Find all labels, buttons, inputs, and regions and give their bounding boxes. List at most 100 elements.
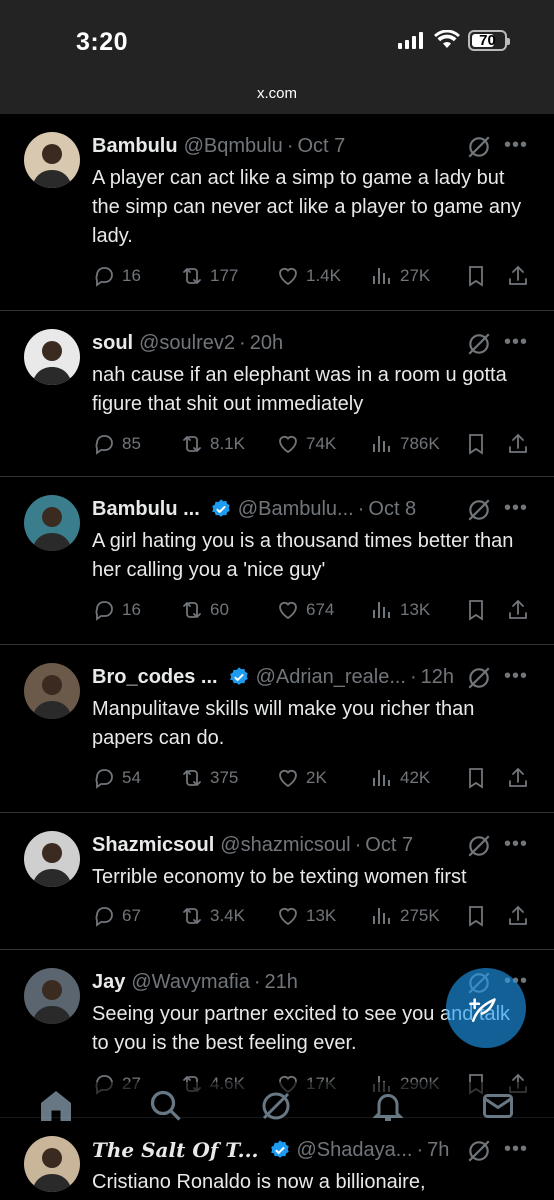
tweet-actions: 16 177 1.4K 27K (92, 264, 532, 294)
views-icon (370, 432, 394, 456)
bookmark-icon (464, 432, 488, 456)
notifications-icon[interactable] (370, 1088, 406, 1124)
bookmark-button[interactable] (464, 264, 488, 288)
separator-dot: · (354, 834, 362, 856)
author-handle[interactable]: @shazmicsoul (220, 833, 350, 857)
repost-button[interactable]: 375 (180, 766, 238, 790)
reply-button[interactable]: 54 (92, 766, 141, 790)
status-bar: 3:20 70 x.com (0, 0, 554, 114)
like-button[interactable]: 1.4K (276, 264, 341, 288)
author-name[interactable]: The Salt Of T... (92, 1138, 259, 1162)
reply-icon (92, 766, 116, 790)
like-button[interactable]: 13K (276, 904, 336, 928)
grok-icon[interactable] (466, 665, 492, 691)
tweet-timestamp[interactable]: 7h (427, 1138, 449, 1162)
reply-button[interactable]: 16 (92, 264, 141, 288)
avatar[interactable] (24, 329, 80, 385)
views-button[interactable]: 42K (370, 766, 430, 790)
more-icon[interactable]: ••• (504, 1139, 528, 1159)
author-handle[interactable]: @Bambulu... (238, 497, 354, 521)
author-handle[interactable]: @Bqmbulu (184, 134, 283, 158)
views-button[interactable]: 786K (370, 432, 440, 456)
tweet[interactable]: The Salt Of T... @Shadaya... · 7h ••• Cristia… (0, 1118, 554, 1200)
more-icon[interactable]: ••• (504, 834, 528, 854)
author-name[interactable]: Bro_codes ... (92, 665, 218, 689)
like-button[interactable]: 674 (276, 598, 334, 622)
more-icon[interactable]: ••• (504, 498, 528, 518)
share-button[interactable] (506, 598, 530, 622)
author-handle[interactable]: @Wavymafia (131, 970, 249, 994)
separator-dot: · (357, 498, 365, 520)
views-button[interactable]: 27K (370, 264, 430, 288)
search-icon[interactable] (148, 1088, 184, 1124)
reply-icon (92, 904, 116, 928)
author-name[interactable]: Shazmicsoul (92, 833, 214, 857)
avatar[interactable] (24, 831, 80, 887)
tweet-timestamp[interactable]: Oct 7 (297, 134, 345, 158)
repost-button[interactable]: 3.4K (180, 904, 245, 928)
share-button[interactable] (506, 432, 530, 456)
home-icon[interactable] (38, 1088, 74, 1124)
reply-button[interactable]: 85 (92, 432, 141, 456)
compose-button[interactable] (446, 968, 526, 1048)
avatar[interactable] (24, 968, 80, 1024)
bookmark-button[interactable] (464, 904, 488, 928)
verified-icon (269, 1139, 291, 1161)
repost-icon (180, 766, 204, 790)
author-name[interactable]: Bambulu (92, 134, 178, 158)
avatar[interactable] (24, 663, 80, 719)
grok-icon[interactable] (466, 331, 492, 357)
tweet[interactable]: Bambulu @Bqmbulu · Oct 7 ••• A player can act… (0, 114, 554, 311)
views-button[interactable]: 13K (370, 598, 430, 622)
author-handle[interactable]: @Adrian_reale... (256, 665, 406, 689)
like-button[interactable]: 74K (276, 432, 336, 456)
tweet[interactable]: Shazmicsoul @shazmicsoul · Oct 7 ••• Terrible… (0, 813, 554, 950)
grok-icon[interactable] (466, 134, 492, 160)
share-button[interactable] (506, 766, 530, 790)
grok-icon[interactable] (258, 1088, 294, 1124)
repost-button[interactable]: 8.1K (180, 432, 245, 456)
share-icon (506, 264, 530, 288)
tweet-timestamp[interactable]: 20h (250, 331, 283, 355)
grok-icon[interactable] (466, 1138, 492, 1164)
tweet-text: A girl hating you is a thousand times be… (92, 530, 514, 581)
more-icon[interactable]: ••• (504, 332, 528, 352)
bookmark-button[interactable] (464, 432, 488, 456)
avatar[interactable] (24, 495, 80, 551)
author-handle[interactable]: @soulrev2 (139, 331, 235, 355)
author-handle[interactable]: @Shadaya... (297, 1138, 413, 1162)
reply-button[interactable]: 16 (92, 598, 141, 622)
grok-icon[interactable] (466, 497, 492, 523)
reply-button[interactable]: 67 (92, 904, 141, 928)
bookmark-button[interactable] (464, 766, 488, 790)
address-bar-url[interactable]: x.com (0, 85, 554, 102)
share-button[interactable] (506, 264, 530, 288)
share-button[interactable] (506, 904, 530, 928)
author-name[interactable]: Jay (92, 970, 125, 994)
views-button[interactable]: 275K (370, 904, 440, 928)
tweet[interactable]: Bambulu ... @Bambulu... · Oct 8 ••• A girl ha… (0, 477, 554, 645)
tweet-text: Cristiano Ronaldo is now a billionaire, (92, 1171, 426, 1193)
more-icon[interactable]: ••• (504, 135, 528, 155)
tweet[interactable]: soul @soulrev2 · 20h ••• nah cause if an elep… (0, 311, 554, 477)
verified-icon (228, 666, 250, 688)
messages-icon[interactable] (480, 1088, 516, 1124)
grok-icon[interactable] (466, 833, 492, 859)
battery-indicator: 70 (468, 30, 510, 51)
bookmark-button[interactable] (464, 598, 488, 622)
tweet-timestamp[interactable]: 21h (265, 970, 298, 994)
tweet-timestamp[interactable]: Oct 8 (368, 497, 416, 521)
like-button[interactable]: 2K (276, 766, 327, 790)
tweet[interactable]: Bro_codes ... @Adrian_reale... · 12h ••• Manp… (0, 645, 554, 813)
avatar[interactable] (24, 132, 80, 188)
more-icon[interactable]: ••• (504, 666, 528, 686)
author-name[interactable]: soul (92, 331, 133, 355)
repost-button[interactable]: 177 (180, 264, 238, 288)
tweet-timestamp[interactable]: 12h (421, 665, 454, 689)
repost-button[interactable]: 60 (180, 598, 229, 622)
author-name[interactable]: Bambulu ... (92, 497, 200, 521)
tweet-timestamp[interactable]: Oct 7 (365, 833, 413, 857)
avatar[interactable] (24, 1136, 80, 1192)
views-count: 42K (400, 768, 431, 787)
replies-count: 16 (122, 600, 141, 619)
